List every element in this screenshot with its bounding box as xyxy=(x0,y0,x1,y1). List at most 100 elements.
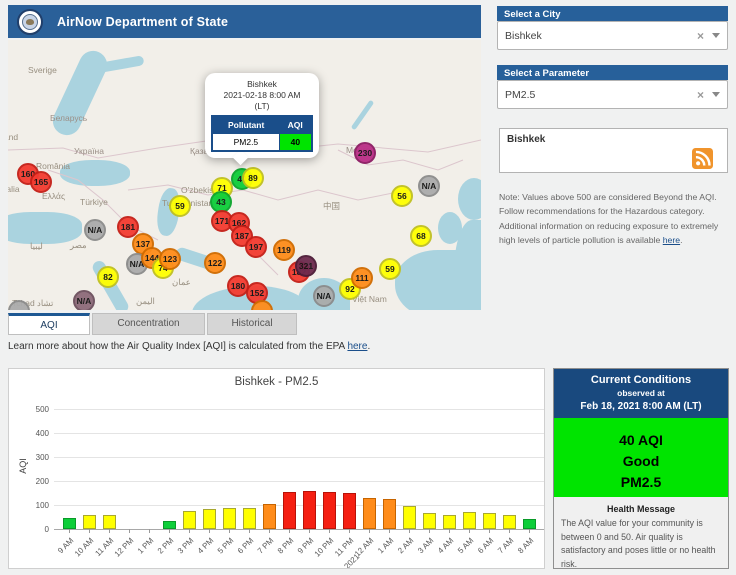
x-axis-tickmark xyxy=(109,529,110,533)
aqi-marker[interactable]: N/A xyxy=(418,175,440,197)
x-axis-tickmark xyxy=(469,529,470,533)
note-text-end: . xyxy=(680,235,682,245)
aqi-marker[interactable]: 59 xyxy=(379,258,401,280)
popup-city: Bishkek xyxy=(211,79,313,90)
learn-text-end: . xyxy=(367,341,370,352)
x-axis-tickmark xyxy=(229,529,230,533)
chart-gridline xyxy=(54,409,544,410)
aqi-bar[interactable] xyxy=(443,515,456,529)
aqi-bar[interactable] xyxy=(523,519,536,529)
note-here-link[interactable]: here xyxy=(663,235,680,245)
aqi-bar[interactable] xyxy=(223,508,236,529)
x-axis-tickmark xyxy=(129,529,130,533)
aqi-bar[interactable] xyxy=(383,499,396,529)
popup-pollutant-value: PM2.5 xyxy=(212,134,279,152)
aqi-bar[interactable] xyxy=(363,498,376,529)
current-aqi-value: 40 AQI xyxy=(554,430,728,451)
map-label: Türkiye xyxy=(80,197,108,207)
aqi-map[interactable]: SverigelandБеларусьУкраїнаRomâniataliaΕλ… xyxy=(8,40,481,310)
x-axis-tickmark xyxy=(429,529,430,533)
aqi-bar[interactable] xyxy=(463,512,476,529)
map-label: Беларусь xyxy=(50,113,87,123)
aqi-bar-chart: Bishkek - PM2.5 AQI 01002003004005009 AM… xyxy=(8,368,545,569)
aqi-marker[interactable]: 122 xyxy=(204,252,226,274)
aqi-bar[interactable] xyxy=(263,504,276,529)
beyond-aqi-note: Note: Values above 500 are considered Be… xyxy=(499,190,729,247)
x-axis-tickmark xyxy=(489,529,490,533)
aqi-bar[interactable] xyxy=(63,518,76,529)
map-label: Ελλάς xyxy=(42,191,65,201)
aqi-marker[interactable]: 197 xyxy=(245,236,267,258)
aqi-marker[interactable]: 119 xyxy=(273,239,295,261)
aqi-marker[interactable]: N/A xyxy=(73,290,95,310)
note-text: Note: Values above 500 are considered Be… xyxy=(499,192,718,245)
aqi-bar[interactable] xyxy=(303,491,316,529)
aqi-bar[interactable] xyxy=(243,508,256,529)
x-axis-tickmark xyxy=(389,529,390,533)
aqi-bar[interactable] xyxy=(483,513,496,529)
map-label: Україна xyxy=(74,146,104,156)
map-label: ليبيا xyxy=(30,241,43,252)
aqi-marker[interactable]: 123 xyxy=(159,248,181,270)
aqi-marker[interactable]: 56 xyxy=(391,185,413,207)
chevron-down-icon[interactable] xyxy=(712,92,720,97)
chart-gridline xyxy=(54,433,544,434)
tab-historical[interactable]: Historical xyxy=(207,313,297,335)
x-axis-tickmark xyxy=(529,529,530,533)
map-label: مصر xyxy=(70,240,87,251)
x-axis-tickmark xyxy=(349,529,350,533)
aqi-marker[interactable]: N/A xyxy=(84,219,106,241)
clear-icon[interactable]: × xyxy=(697,29,704,43)
feed-box: Bishkek xyxy=(499,128,728,173)
aqi-bar[interactable] xyxy=(203,509,216,529)
aqi-bar[interactable] xyxy=(323,492,336,529)
rss-icon[interactable] xyxy=(692,148,713,169)
tab-concentration[interactable]: Concentration xyxy=(92,313,205,335)
city-select[interactable]: Bishkek × xyxy=(497,21,728,50)
aqi-marker[interactable]: 165 xyxy=(30,171,52,193)
aqi-marker[interactable]: 68 xyxy=(410,225,432,247)
learn-here-link[interactable]: here xyxy=(347,341,367,352)
popup-aqi-value: 40 xyxy=(279,134,312,152)
aqi-marker[interactable]: 89 xyxy=(242,167,264,189)
aqi-bar[interactable] xyxy=(503,515,516,529)
clear-icon[interactable]: × xyxy=(697,88,704,102)
aqi-bar[interactable] xyxy=(343,493,356,529)
popup-aqi-table: Pollutant AQI PM2.5 40 xyxy=(211,115,313,152)
current-aqi-category: Good xyxy=(554,451,728,472)
current-pollutant: PM2.5 xyxy=(554,472,728,493)
dos-seal-icon xyxy=(17,9,43,35)
aqi-marker[interactable]: 111 xyxy=(351,267,373,289)
aqi-marker[interactable]: 82 xyxy=(97,266,119,288)
health-message-body: The AQI value for your community is betw… xyxy=(554,514,728,575)
aqi-bar[interactable] xyxy=(103,515,116,529)
x-axis-tickmark xyxy=(369,529,370,533)
map-label: land xyxy=(8,132,18,142)
y-axis-tick: 500 xyxy=(23,405,49,414)
tab-aqi[interactable]: AQI xyxy=(8,313,90,335)
eagle-icon xyxy=(26,19,34,25)
x-axis-tickmark xyxy=(449,529,450,533)
x-axis-tickmark xyxy=(409,529,410,533)
aqi-bar[interactable] xyxy=(183,511,196,529)
aqi-bar[interactable] xyxy=(163,521,176,529)
chart-gridline xyxy=(54,481,544,482)
dos-seal-inner xyxy=(22,14,38,30)
chevron-down-icon[interactable] xyxy=(712,33,720,38)
aqi-bar[interactable] xyxy=(283,492,296,529)
aqi-marker[interactable]: 321 xyxy=(295,255,317,277)
x-axis-tickmark xyxy=(69,529,70,533)
aqi-marker[interactable]: 59 xyxy=(169,195,191,217)
y-axis-tick: 0 xyxy=(23,525,49,534)
x-axis-tickmark xyxy=(249,529,250,533)
aqi-bar[interactable] xyxy=(83,515,96,529)
app-header: AirNow Department of State xyxy=(8,5,481,38)
aqi-bar[interactable] xyxy=(423,513,436,529)
parameter-select[interactable]: PM2.5 × xyxy=(497,80,728,109)
aqi-marker[interactable]: 230 xyxy=(354,142,376,164)
aqi-bar[interactable] xyxy=(403,506,416,529)
x-axis-tickmark xyxy=(509,529,510,533)
chart-gridline xyxy=(54,505,544,506)
map-label: عمان xyxy=(172,277,191,288)
aqi-marker[interactable]: N/A xyxy=(313,285,335,307)
